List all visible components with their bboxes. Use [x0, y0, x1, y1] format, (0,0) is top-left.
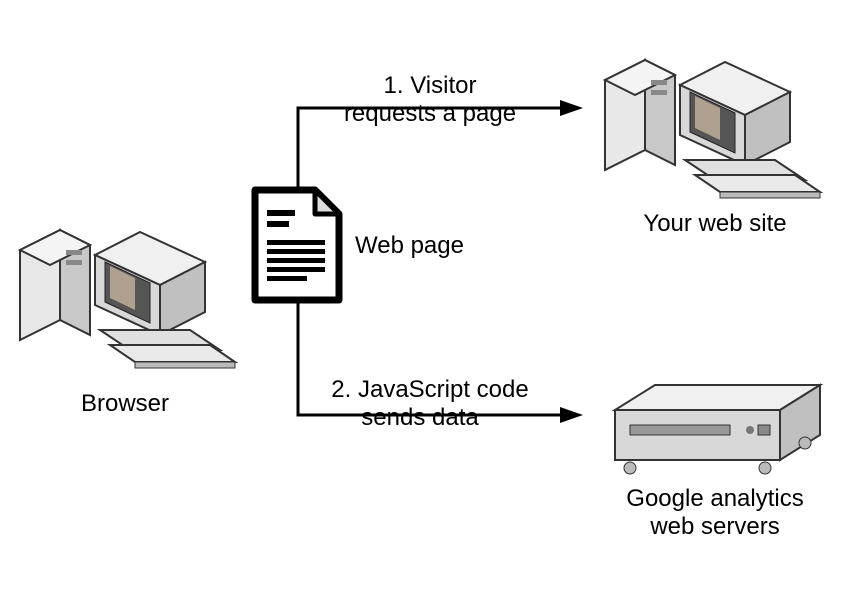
webpage-label: Web page	[355, 232, 485, 261]
step2-line2: sends data	[320, 404, 520, 433]
webpage-document-icon	[247, 185, 347, 305]
step2-line1: 2. JavaScript code	[300, 376, 560, 405]
browser-computer-icon	[10, 190, 240, 370]
servers-label-line2: web servers	[585, 513, 845, 542]
website-computer-icon	[595, 20, 825, 200]
server-box-icon	[590, 370, 850, 500]
step1-line1: 1. Visitor	[330, 72, 530, 101]
step1-line2: requests a page	[310, 100, 550, 129]
website-label: Your web site	[615, 210, 815, 239]
browser-label: Browser	[55, 390, 195, 419]
servers-label-line1: Google analytics	[585, 485, 845, 514]
